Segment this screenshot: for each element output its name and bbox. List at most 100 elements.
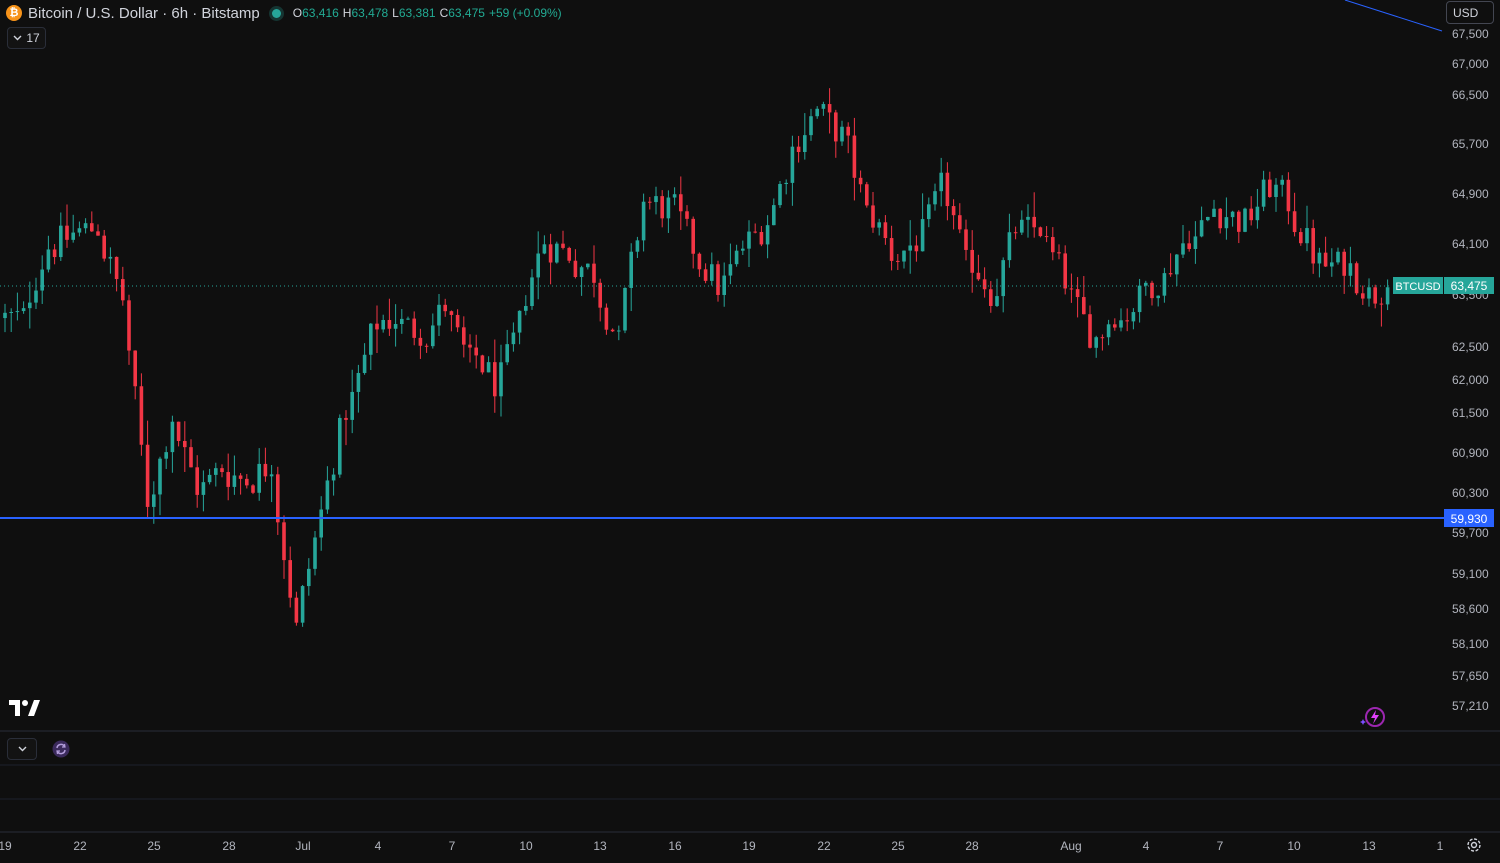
candle-body	[400, 318, 404, 325]
candle-body	[772, 205, 776, 226]
open-label: O	[292, 6, 303, 20]
candle-body	[1075, 289, 1080, 298]
price-chart[interactable]: 67,50067,00066,50065,70064,90064,10063,5…	[0, 0, 1500, 863]
candle-body	[1131, 312, 1136, 322]
candle-body	[449, 311, 454, 315]
candle-body	[245, 478, 249, 486]
candle-body	[555, 243, 559, 263]
price-tick-label: 67,000	[1452, 57, 1489, 71]
settings-gear-icon[interactable]	[1465, 836, 1483, 859]
candle-body	[338, 417, 342, 475]
price-tick-label: 67,500	[1452, 27, 1489, 41]
candle-body	[753, 231, 757, 233]
candle-body	[220, 468, 224, 473]
candle-body	[586, 263, 590, 268]
candle-body	[734, 250, 739, 265]
symbol-title[interactable]: Bitcoin / U.S. Dollar · 6h · Bitstamp	[28, 5, 260, 22]
candle-body	[1348, 263, 1353, 276]
currency-button[interactable]: USD	[1446, 1, 1494, 24]
indicators-toggle-button[interactable]: 17	[7, 27, 46, 49]
collapse-pane-button[interactable]	[7, 738, 37, 760]
candle-body	[1249, 208, 1253, 221]
candle-body	[189, 447, 193, 468]
candle-body	[902, 250, 906, 262]
candle-body	[1255, 206, 1260, 221]
time-tick-label: 28	[965, 839, 979, 853]
candle-body	[300, 586, 305, 623]
candle-body	[660, 196, 664, 219]
candle-body	[1342, 251, 1346, 276]
candle-body	[1088, 314, 1092, 348]
candle-body	[1125, 320, 1129, 322]
candle-body	[747, 231, 751, 249]
candle-body	[679, 194, 683, 212]
candle-body	[1094, 337, 1098, 348]
candle-body	[257, 463, 261, 493]
candle-body	[536, 253, 540, 278]
price-tick-label: 59,700	[1452, 526, 1489, 540]
candle-body	[183, 441, 187, 448]
candle-body	[697, 253, 702, 270]
sync-icon[interactable]	[52, 740, 70, 763]
tradingview-logo[interactable]	[9, 699, 41, 722]
candle-body	[629, 251, 633, 288]
candle-body	[158, 458, 162, 495]
candle-body	[96, 231, 100, 236]
candle-body	[1168, 273, 1173, 275]
candle-body	[524, 306, 528, 311]
candle-body	[821, 104, 826, 109]
candle-body	[59, 225, 63, 258]
candle-body	[46, 249, 51, 270]
candle-body	[840, 126, 844, 142]
candle-body	[1026, 216, 1030, 220]
candle-body	[152, 494, 156, 507]
candle-body	[741, 248, 745, 251]
candle-body	[1336, 251, 1340, 263]
candle-body	[263, 463, 268, 477]
price-tick-label: 59,100	[1452, 567, 1489, 581]
candle-body	[623, 287, 627, 331]
candle-body	[65, 225, 69, 240]
candle-body	[1193, 236, 1198, 249]
candle-body	[914, 245, 919, 252]
candle-body	[369, 323, 373, 355]
close-label: C	[439, 6, 449, 20]
market-status-icon[interactable]	[271, 8, 281, 18]
candle-body	[567, 247, 571, 261]
candle-body	[468, 344, 472, 348]
candle-body	[995, 296, 999, 306]
candle-body	[716, 264, 720, 295]
candle-body	[604, 307, 609, 330]
candle-body	[1051, 237, 1055, 253]
candle-body	[759, 232, 764, 245]
candle-body	[889, 238, 894, 261]
chevron-down-icon	[13, 35, 22, 41]
candle-body	[1199, 220, 1204, 237]
candle-body	[362, 354, 367, 373]
assistant-icon[interactable]	[1360, 704, 1388, 733]
candle-body	[542, 244, 547, 254]
candle-body	[1187, 243, 1191, 249]
candle-body	[728, 264, 733, 276]
symbol-legend[interactable]: ₿ Bitcoin / U.S. Dollar · 6h · Bitstamp …	[6, 3, 562, 23]
time-tick-label: 10	[519, 839, 533, 853]
candle-body	[214, 468, 218, 475]
candle-body	[561, 243, 565, 248]
candle-body	[493, 362, 497, 397]
candle-body	[276, 474, 280, 523]
candle-body	[703, 269, 708, 281]
candle-body	[486, 362, 491, 373]
candle-body	[989, 289, 993, 306]
candle-body	[530, 277, 534, 307]
candle-body	[1001, 260, 1005, 297]
candle-body	[1156, 295, 1160, 299]
candle-body	[666, 197, 671, 219]
candle-body	[1385, 287, 1390, 305]
candle-body	[114, 256, 119, 280]
time-tick-label: 1	[1437, 839, 1444, 853]
candle-body	[691, 218, 695, 254]
candle-body	[294, 597, 299, 623]
candle-body	[964, 229, 968, 250]
candle-body	[1305, 228, 1309, 244]
candle-body	[654, 196, 658, 203]
